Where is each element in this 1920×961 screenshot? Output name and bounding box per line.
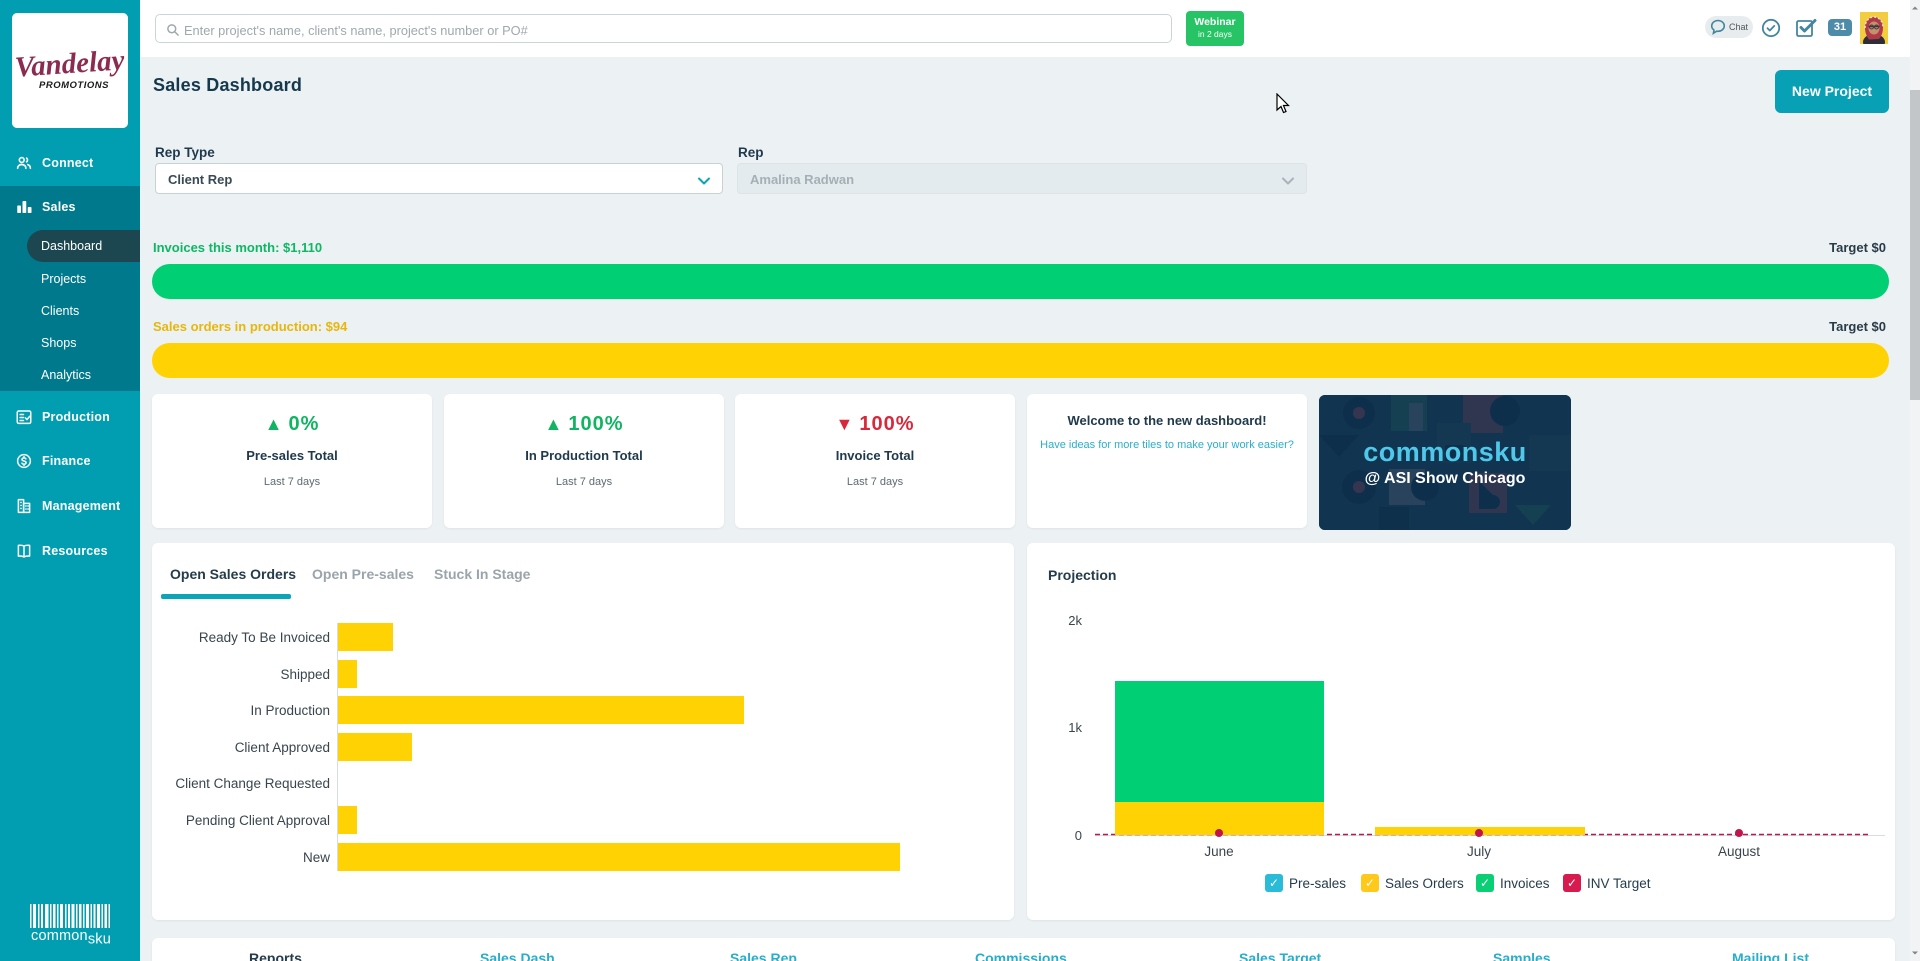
svg-text:Vandelay: Vandelay xyxy=(14,44,126,84)
svg-text:PROMOTIONS: PROMOTIONS xyxy=(39,80,109,91)
svg-text:commonsku: commonsku xyxy=(31,928,111,948)
